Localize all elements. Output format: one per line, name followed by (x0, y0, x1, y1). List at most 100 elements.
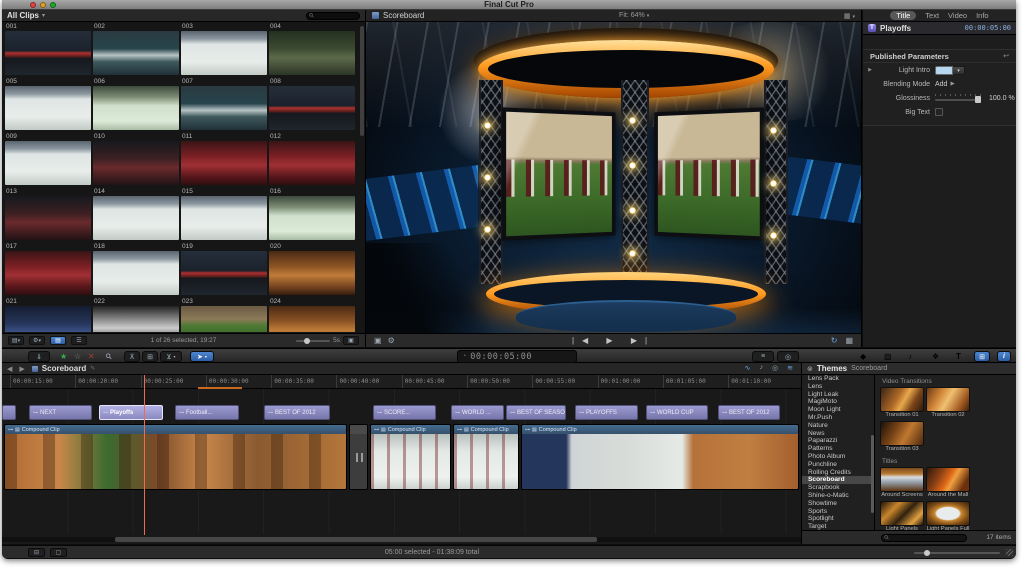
browser-clip[interactable]: 009 (5, 133, 91, 185)
background-tasks-icon[interactable]: ◔ (462, 353, 466, 360)
theme-list-item[interactable]: Shine-o-Matic (802, 492, 874, 500)
playhead[interactable] (144, 375, 145, 535)
transition-thumbnail[interactable] (880, 387, 924, 412)
viewer-canvas[interactable] (366, 22, 861, 333)
clip-thumbnail[interactable] (269, 31, 355, 75)
viewer-options-icon[interactable]: ▦ (845, 336, 853, 345)
clip-thumbnail[interactable] (181, 306, 267, 332)
timeline-clip[interactable]: ⊶ ▤ (349, 424, 368, 490)
insert-edit-button[interactable]: ⊞ (142, 351, 158, 362)
browser-clip[interactable]: 016 (269, 188, 355, 240)
effects-browser-icon[interactable]: ◆ (860, 352, 866, 361)
browser-clip[interactable]: 020 (269, 243, 355, 295)
theme-list-item[interactable]: Scrapbook (802, 484, 874, 492)
close-panel-icon[interactable]: ⊗ (807, 365, 813, 373)
browser-clip[interactable]: 024 (269, 298, 355, 332)
title-thumbnail[interactable] (880, 467, 924, 492)
theme-list-item[interactable]: Nature (802, 422, 874, 430)
clip-thumbnail[interactable] (5, 86, 91, 130)
append-edit-button[interactable]: ⊻ ▾ (160, 351, 182, 362)
timeline-title-clip[interactable]: ⊶ Football... (175, 405, 239, 420)
timeline-lanes[interactable]: ⊶ ⊶ NEXT ⊶ Playoffs ⊶ Football... (2, 389, 801, 534)
browser-clip[interactable]: 018 (93, 243, 179, 295)
select-tool-button[interactable]: ➤ ▾ (190, 351, 214, 362)
thumbnail-duration-slider[interactable] (296, 337, 331, 344)
big-text-checkbox[interactable] (935, 108, 943, 116)
clip-filmstrip[interactable] (522, 434, 798, 489)
browser-scrollbar[interactable] (360, 24, 364, 324)
transition-thumbnail[interactable] (880, 421, 924, 446)
viewer-zoom-popup[interactable]: Fit: 64% ▾ (619, 12, 649, 19)
snapping-toggle-icon[interactable]: ≋ (787, 364, 793, 372)
reject-icon[interactable]: ✕ (88, 352, 95, 361)
inspector-toggle-button[interactable]: i (997, 351, 1011, 362)
browser-clip[interactable]: 014 (93, 188, 179, 240)
connect-edit-button[interactable]: ⊼ (124, 351, 140, 362)
clip-filter-popup[interactable]: All Clips (7, 11, 39, 20)
browser-clip[interactable]: 011 (181, 133, 267, 185)
theme-list-item[interactable]: Paparazzi (802, 437, 874, 445)
themes-search-field[interactable]: ⚲ (881, 533, 967, 542)
clip-filmstrip[interactable] (5, 434, 346, 489)
favorite-star-icon[interactable]: ★ (60, 352, 67, 361)
loop-playback-icon[interactable]: ↻ (831, 336, 838, 345)
timeline-title-clip[interactable]: ⊶ NEXT (29, 405, 92, 420)
clip-thumbnail[interactable] (5, 141, 91, 185)
timeline-title-clip[interactable]: ⊶ BEST OF SEASON (506, 405, 566, 420)
clip-thumbnail[interactable] (93, 306, 179, 332)
slider-knob[interactable] (975, 96, 981, 103)
title-item[interactable]: Around Screens (880, 467, 924, 499)
title-thumbnail[interactable] (926, 467, 970, 492)
clip-thumbnail[interactable] (181, 196, 267, 240)
timeline-title-clip[interactable]: ⊶ (2, 405, 16, 420)
photos-browser-icon[interactable]: ❖ (932, 352, 939, 361)
timeline-title-clip[interactable]: ⊶ WORLD CUP (646, 405, 708, 420)
theme-list-item[interactable]: Patterns (802, 445, 874, 453)
clip-thumbnail[interactable] (93, 31, 179, 75)
thumbnail-size-slider[interactable] (914, 550, 1000, 556)
next-frame-button[interactable]: ▶| (631, 336, 655, 345)
clip-thumbnail[interactable] (5, 306, 91, 332)
timeline-clip[interactable]: ⊶ ▤ Compound Clip (453, 424, 519, 490)
timeline-forward-icon[interactable]: ▶ (19, 365, 27, 373)
titles-browser-icon[interactable]: T (956, 352, 961, 361)
browser-clip[interactable]: 003 (181, 23, 267, 75)
transition-item[interactable]: Transition 01 (880, 387, 924, 419)
theme-list-item[interactable]: Mr.Push (802, 414, 874, 422)
theme-list-item[interactable]: Lens (802, 383, 874, 391)
browser-clip[interactable]: 001 (5, 23, 91, 75)
theme-list-item[interactable]: Spotlight (802, 515, 874, 523)
theme-list-item[interactable]: Scoreboard (802, 476, 874, 485)
search-input[interactable] (314, 12, 355, 19)
timeline-title-clip[interactable]: ⊶ WORLD ... (451, 405, 504, 420)
project-edit-icon[interactable]: ✎ (90, 365, 95, 372)
clip-thumbnail[interactable] (5, 196, 91, 240)
dashboard[interactable]: ◔ 00:00:05:00 (457, 350, 577, 363)
solo-toggle-icon[interactable]: ◎ (772, 364, 778, 372)
timeline-title-clip[interactable]: ⊶ BEST OF 2012 (718, 405, 780, 420)
import-media-button[interactable]: ⇓ (28, 351, 50, 362)
theme-list-item[interactable]: Moon Light (802, 406, 874, 414)
clip-thumbnail[interactable] (269, 306, 355, 332)
clip-thumbnail[interactable] (181, 251, 267, 295)
disclosure-icon[interactable]: ▶ (863, 67, 877, 73)
unrate-star-icon[interactable]: ☆ (74, 352, 81, 361)
browser-clip[interactable]: 015 (181, 188, 267, 240)
color-popup-button[interactable]: ▾ (953, 65, 965, 75)
browser-clip[interactable]: 022 (93, 298, 179, 332)
transition-thumbnail[interactable] (926, 387, 970, 412)
timeline-clip[interactable]: ⊶ ▤ Compound Clip (521, 424, 799, 490)
search-field[interactable]: ⚲ (306, 11, 360, 20)
color-well[interactable] (935, 65, 953, 75)
theme-list-item[interactable]: News (802, 430, 874, 438)
timeline-title-clip[interactable]: ⊶ PLAYOFFS (575, 405, 638, 420)
clip-filmstrip[interactable] (350, 434, 367, 489)
timeline-title-clip[interactable]: ⊶ BEST OF 2012 (264, 405, 330, 420)
blending-mode-popup[interactable]: Add (935, 81, 947, 88)
previous-frame-button[interactable]: |◀ (572, 336, 596, 345)
browser-clip[interactable]: 004 (269, 23, 355, 75)
timeline-title-clip[interactable]: ⊶ SCORE... (373, 405, 436, 420)
title-item[interactable]: Light Panels (880, 501, 924, 530)
clip-thumbnail[interactable] (181, 141, 267, 185)
clip-thumbnail[interactable] (181, 86, 267, 130)
